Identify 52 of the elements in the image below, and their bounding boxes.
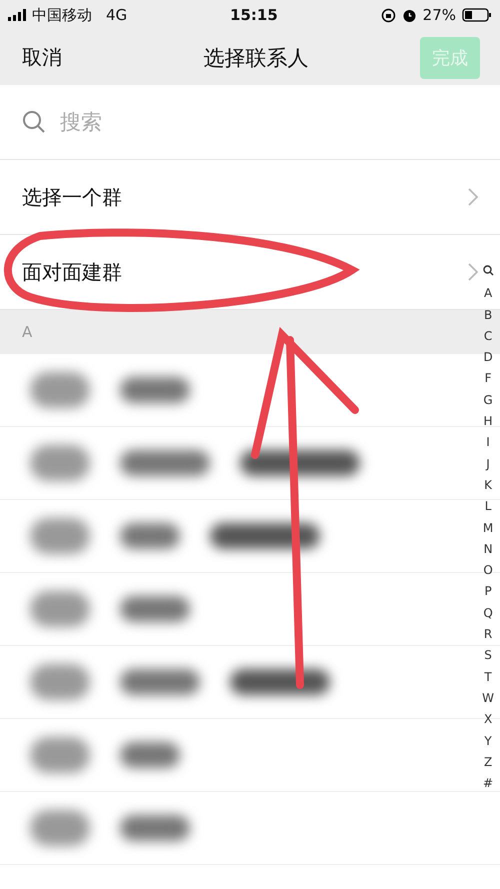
menu-item[interactable]: 选择一个群 [0,160,500,235]
blurred-name [120,596,190,622]
index-letter[interactable]: M [482,518,494,539]
index-letter[interactable]: C [484,326,492,348]
alarm-icon [402,8,417,22]
blurred-name [120,742,180,768]
index-letter[interactable]: X [484,709,492,731]
search-field[interactable]: 搜索 [58,109,362,135]
battery-icon [462,8,492,22]
section-header: A [22,323,32,341]
blurred-avatar [30,372,90,408]
index-letter[interactable]: O [483,560,493,582]
blurred-avatar [30,445,90,481]
index-letter[interactable]: K [484,474,492,496]
carrier-name: 中国移动 [32,6,92,24]
index-letter[interactable]: W [482,688,494,710]
index-letter[interactable]: A [484,283,492,305]
index-letter[interactable]: F [484,368,492,390]
index-letter[interactable]: R [484,624,492,646]
index-letter[interactable]: Y [484,730,492,752]
index-letter[interactable]: S [484,645,492,667]
clock-time: 15:15 [229,6,279,24]
blurred-avatar [30,810,90,846]
index-letter[interactable]: Z [484,752,492,774]
index-letter[interactable]: Q [483,602,493,624]
index-letter[interactable]: T [484,666,492,688]
index-letter[interactable]: L [484,496,492,518]
search-icon[interactable] [482,265,494,276]
index-letter[interactable]: N [484,538,493,560]
rotation-lock-icon [380,8,396,22]
blurred-avatar [30,664,90,700]
chevron-right-icon [468,188,478,206]
blurred-name [120,815,190,841]
search-icon [22,110,46,134]
index-letter[interactable]: P [484,581,492,603]
index-letter[interactable]: H [484,411,493,432]
blurred-name [120,377,190,403]
blurred-avatar [30,518,90,554]
index-letter[interactable]: I [486,432,490,454]
blurred-name [120,523,180,549]
page-title: 选择联系人 [202,44,310,72]
cancel-button[interactable]: 取消 [22,44,62,71]
signal-icon [8,9,26,21]
blurred-avatar [30,737,90,773]
index-letter[interactable]: # [483,773,494,794]
index-letter[interactable]: J [486,454,490,475]
network-type: 4G [106,6,128,24]
chevron-right-icon [468,263,478,281]
battery-percent: 27% [422,6,456,24]
index-letter[interactable]: G [483,390,493,412]
index-letter[interactable]: D [483,347,493,368]
blurred-avatar [30,591,90,627]
